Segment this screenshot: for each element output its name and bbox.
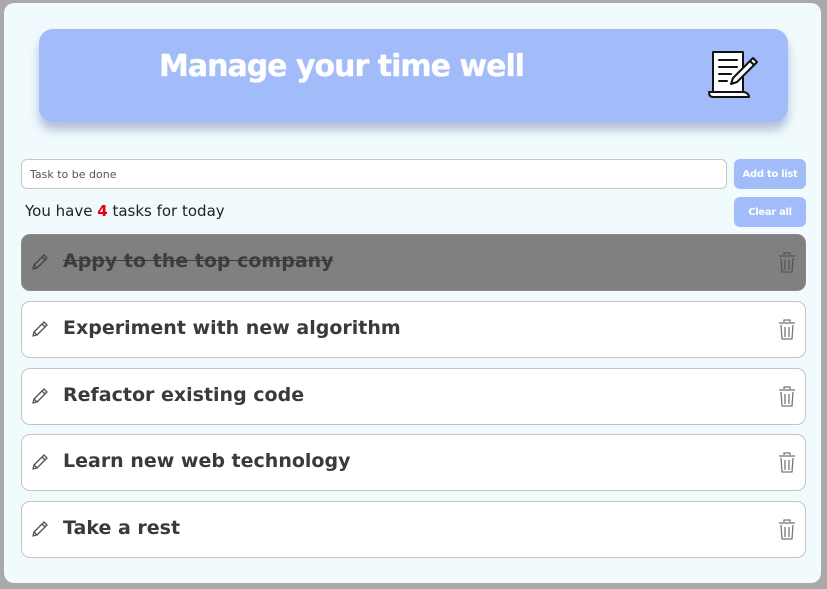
task-count: 4 <box>97 202 108 220</box>
trash-icon[interactable] <box>778 386 796 407</box>
summary-prefix: You have <box>25 202 93 220</box>
task-summary: You have 4 tasks for today <box>25 202 225 220</box>
task-item[interactable]: Appy to the top company <box>21 234 806 291</box>
task-label: Learn new web technology <box>63 450 351 472</box>
pencil-edit-icon[interactable] <box>31 387 49 405</box>
task-label: Refactor existing code <box>63 384 305 406</box>
task-label: Appy to the top company <box>63 250 334 272</box>
task-input[interactable] <box>21 159 727 189</box>
task-item[interactable]: Experiment with new algorithm <box>21 301 806 358</box>
pencil-edit-icon[interactable] <box>31 253 49 271</box>
task-item[interactable]: Learn new web technology <box>21 434 806 491</box>
pencil-edit-icon[interactable] <box>31 453 49 471</box>
task-label: Experiment with new algorithm <box>63 317 401 339</box>
trash-icon[interactable] <box>778 452 796 473</box>
task-item[interactable]: Refactor existing code <box>21 368 806 425</box>
pencil-edit-icon[interactable] <box>31 320 49 338</box>
task-item[interactable]: Take a rest <box>21 501 806 558</box>
todo-app: Manage your time well Add to list You ha… <box>4 3 821 583</box>
page-title: Manage your time well <box>159 49 525 84</box>
trash-icon[interactable] <box>778 319 796 340</box>
header-banner: Manage your time well <box>39 29 788 122</box>
task-label: Take a rest <box>63 517 181 539</box>
add-to-list-button[interactable]: Add to list <box>734 159 806 189</box>
pencil-edit-icon[interactable] <box>31 520 49 538</box>
summary-suffix: tasks for today <box>112 202 225 220</box>
trash-icon[interactable] <box>778 519 796 540</box>
notepad-pen-icon <box>708 51 758 98</box>
clear-all-button[interactable]: Clear all <box>734 197 806 227</box>
trash-icon[interactable] <box>778 252 796 273</box>
